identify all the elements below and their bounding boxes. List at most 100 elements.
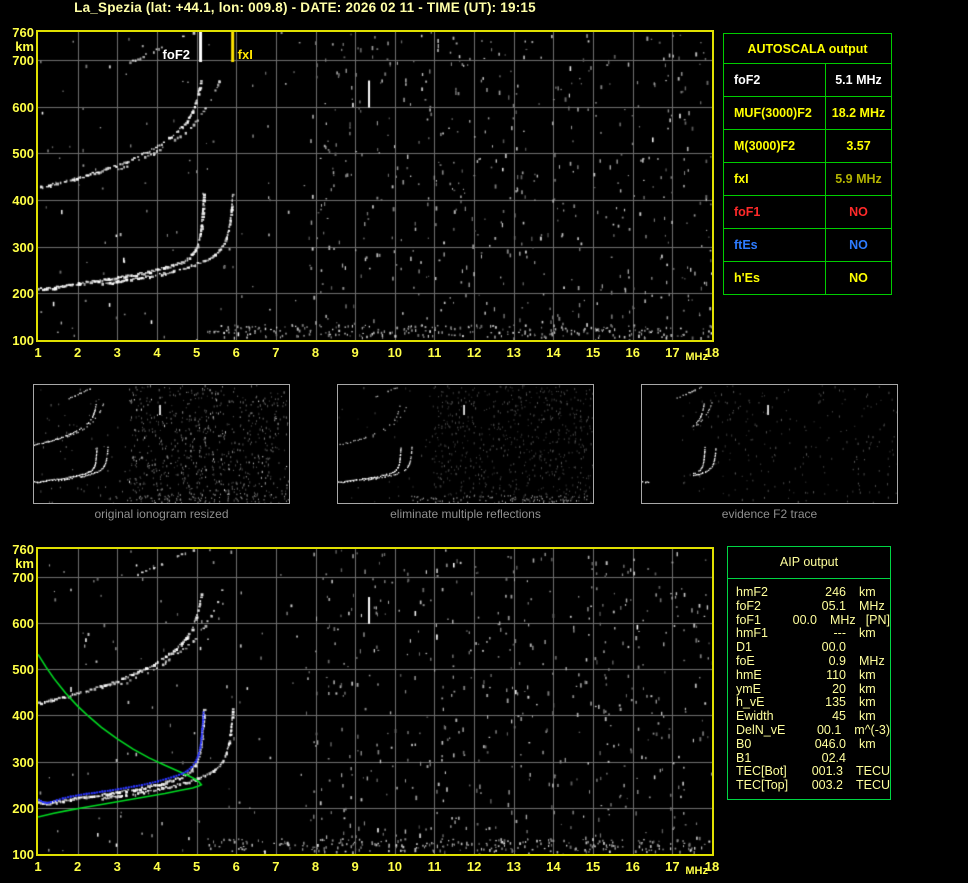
x-axis-tick: 1 xyxy=(34,345,42,360)
aip-label: hmF1 xyxy=(736,626,768,641)
autoscala-row: h'Es NO xyxy=(723,261,892,295)
aip-row: TEC[Bot] 001.3 TECU xyxy=(736,765,890,779)
aip-row: foF1 00.0 MHz [PN] xyxy=(736,612,890,628)
aip-unit: km xyxy=(859,681,876,696)
y-axis-tick: 200 xyxy=(12,800,34,816)
x-axis-tick: 15 xyxy=(585,859,601,874)
x-axis-tick: 4 xyxy=(153,859,161,874)
page-title: La_Spezia (lat: +44.1, lon: 009.8) - DAT… xyxy=(74,0,536,15)
ionogram-canvas-top xyxy=(38,32,712,340)
y-axis-tick: 400 xyxy=(12,193,34,208)
aip-label: foF2 xyxy=(736,598,762,613)
autoscala-row: fxI 5.9 MHz xyxy=(723,162,892,196)
y-axis-tick: 600 xyxy=(12,615,34,631)
autoscala-row-value: 5.9 MHz xyxy=(825,162,892,196)
y-axis-tick: 300 xyxy=(12,239,34,255)
y-axis-tick: 500 xyxy=(12,662,34,678)
x-axis-tick: 2 xyxy=(74,859,82,874)
x-axis-tick: 11 xyxy=(427,345,442,360)
fof2-marker-label: foF2 xyxy=(162,47,190,62)
autoscala-row-label: ftEs xyxy=(723,228,826,262)
ionogram-plot-bottom xyxy=(36,547,714,856)
aip-label: foF1 xyxy=(736,612,762,627)
x-axis-tick: 5 xyxy=(192,345,201,360)
autoscala-row-value: NO xyxy=(825,261,892,295)
autoscala-row-label: foF2 xyxy=(723,63,826,97)
aip-unit: km xyxy=(859,626,876,641)
x-axis-tick: 17 xyxy=(665,859,680,874)
thumbnail-caption: original ionogram resized xyxy=(94,507,229,521)
aip-extra: [PN] xyxy=(865,612,890,627)
aip-row: TEC[Top] 003.2 TECU xyxy=(736,778,890,793)
x-axis-tick: 12 xyxy=(466,859,482,874)
aip-unit xyxy=(846,641,859,655)
x-axis-tick: 13 xyxy=(506,345,521,360)
aip-table: AIP output hmF2 246 km foF2 05.1 MHz foF1 00.0 M… xyxy=(727,546,891,800)
aip-value: 135 xyxy=(825,695,846,710)
aip-value: 110 xyxy=(826,667,846,682)
aip-header: AIP output xyxy=(728,547,890,579)
aip-unit: MHz xyxy=(829,612,856,627)
aip-row: DelN_vE 00.1 m^(-3) xyxy=(736,722,890,738)
autoscala-row-label: MUF(3000)F2 xyxy=(723,96,826,130)
aip-unit: TECU xyxy=(855,778,890,793)
x-axis-tick: 7 xyxy=(272,345,280,360)
thumbnail-original-ionogram xyxy=(33,384,290,504)
thumbnail-eliminate-reflections xyxy=(337,384,594,504)
thumbnail-evidence-f2 xyxy=(641,384,898,504)
aip-label: hmE xyxy=(736,667,762,682)
y-axis-tick: 760 xyxy=(12,542,34,557)
autoscala-row: M(3000)F2 3.57 xyxy=(723,129,892,163)
y-axis-tick: 200 xyxy=(12,286,34,302)
aip-row: B1 02.4 xyxy=(736,750,890,766)
x-axis-tick: 1 xyxy=(34,859,42,874)
x-axis-tick: 3 xyxy=(113,345,121,360)
x-axis-tick: 11 xyxy=(427,859,442,874)
x-axis-tick: 9 xyxy=(351,345,359,360)
aip-value: 02.4 xyxy=(821,750,846,765)
aip-label: TEC[Bot] xyxy=(736,764,787,779)
thumbnail-caption: eliminate multiple reflections xyxy=(390,507,541,521)
aip-value: 00.0 xyxy=(792,612,817,627)
x-axis-tick: 16 xyxy=(625,859,640,874)
aip-value: 45 xyxy=(832,709,846,724)
y-axis-unit-label: km xyxy=(15,556,34,571)
y-axis-tick: 500 xyxy=(12,146,34,162)
aip-label: TEC[Top] xyxy=(736,778,789,793)
aip-row: h_vE 135 km xyxy=(736,696,890,710)
aip-unit: km xyxy=(859,736,876,751)
autoscala-row-label: M(3000)F2 xyxy=(723,129,826,163)
aip-unit: km xyxy=(859,585,876,599)
x-axis-tick: 10 xyxy=(387,345,403,360)
aip-label: foE xyxy=(736,653,755,668)
x-axis-tick: 14 xyxy=(546,859,561,874)
aip-label: hmF2 xyxy=(736,585,768,599)
aip-label: B1 xyxy=(736,750,752,765)
aip-row: hmE 110 km xyxy=(736,667,890,683)
aip-value: --- xyxy=(833,626,847,641)
aip-label: DelN_vE xyxy=(736,722,786,737)
aip-row: hmF2 246 km xyxy=(736,585,890,600)
aip-row: hmF1 --- km xyxy=(736,627,890,641)
x-axis-tick: 10 xyxy=(387,859,403,874)
autoscala-header: AUTOSCALA output xyxy=(723,33,892,64)
thumbnail-caption: evidence F2 trace xyxy=(721,507,818,521)
x-axis-tick: 6 xyxy=(232,859,240,874)
aip-unit: km xyxy=(859,667,876,682)
autoscala-row-label: foF1 xyxy=(723,195,826,229)
aip-unit: m^(-3) xyxy=(854,722,890,737)
ionogram-plot-top: foF2 fxI xyxy=(36,30,714,342)
autoscala-row-label: h'Es xyxy=(723,261,826,295)
autoscala-row: foF1 NO xyxy=(723,195,892,229)
x-axis-tick: 9 xyxy=(351,859,359,874)
aip-row: foF2 05.1 MHz xyxy=(736,598,890,614)
x-axis-tick: 17 xyxy=(665,345,680,360)
x-axis-tick: 7 xyxy=(272,859,280,874)
y-axis-tick: 760 xyxy=(12,25,34,40)
y-axis-tick: 400 xyxy=(12,708,34,724)
aip-value: 20 xyxy=(832,681,846,696)
autoscala-row: MUF(3000)F2 18.2 MHz xyxy=(723,96,892,130)
aip-value: 00.1 xyxy=(816,722,842,737)
autoscala-row-value: NO xyxy=(825,228,892,262)
x-axis-unit-label: MHz xyxy=(685,865,708,877)
